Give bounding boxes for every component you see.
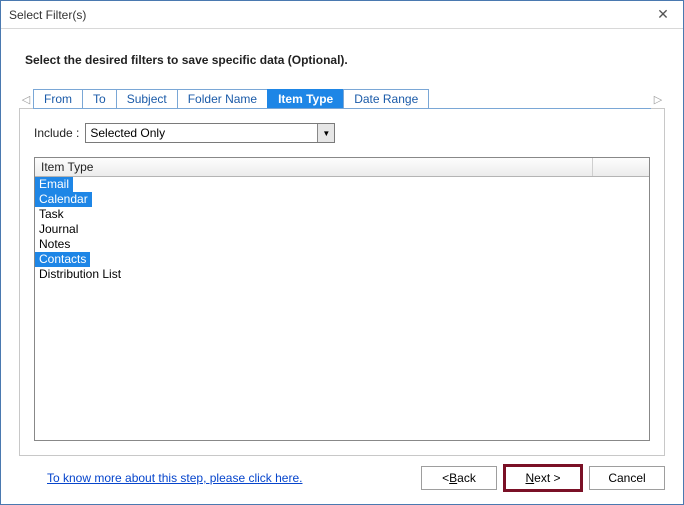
column-header-item-type[interactable]: Item Type xyxy=(35,158,593,176)
list-item-contacts[interactable]: Contacts xyxy=(35,252,90,267)
back-button[interactable]: < Back xyxy=(421,466,497,490)
next-mnemonic: N xyxy=(525,471,534,485)
window-title: Select Filter(s) xyxy=(9,8,643,22)
chevron-down-icon: ▼ xyxy=(322,129,330,138)
list-body: EmailCalendarTaskJournalNotesContactsDis… xyxy=(35,177,649,440)
column-header-extra[interactable] xyxy=(593,158,649,176)
tab-item-type[interactable]: Item Type xyxy=(267,89,344,108)
back-rest: ack xyxy=(457,471,476,485)
item-type-listbox: Item Type EmailCalendarTaskJournalNotesC… xyxy=(34,157,650,441)
next-rest: ext > xyxy=(534,471,560,485)
close-button[interactable]: ✕ xyxy=(643,1,683,29)
dropdown-button[interactable]: ▼ xyxy=(317,124,334,142)
cancel-button[interactable]: Cancel xyxy=(589,466,665,490)
tab-to[interactable]: To xyxy=(82,89,117,108)
include-row: Include : Selected Only ▼ xyxy=(34,123,650,143)
title-bar: Select Filter(s) ✕ xyxy=(1,1,683,29)
list-item-journal[interactable]: Journal xyxy=(35,222,82,237)
include-dropdown[interactable]: Selected Only ▼ xyxy=(85,123,335,143)
button-group: < Back Next > Cancel xyxy=(421,466,665,490)
list-item-distribution-list[interactable]: Distribution List xyxy=(35,267,125,282)
list-header: Item Type xyxy=(35,158,649,177)
footer: To know more about this step, please cli… xyxy=(1,456,683,504)
tab-date-range[interactable]: Date Range xyxy=(343,89,429,108)
include-value: Selected Only xyxy=(86,126,317,140)
include-label: Include : xyxy=(34,126,79,140)
tab-scroll-left[interactable]: ◁ xyxy=(19,93,33,106)
back-mnemonic: B xyxy=(449,471,457,485)
list-item-task[interactable]: Task xyxy=(35,207,68,222)
tab-panel: Include : Selected Only ▼ Item Type Emai… xyxy=(19,108,665,456)
list-item-notes[interactable]: Notes xyxy=(35,237,74,252)
next-button[interactable]: Next > xyxy=(505,466,581,490)
list-item-calendar[interactable]: Calendar xyxy=(35,192,92,207)
help-link[interactable]: To know more about this step, please cli… xyxy=(47,471,302,485)
back-prefix: < xyxy=(442,471,449,485)
list-item-email[interactable]: Email xyxy=(35,177,73,192)
tab-scroll-right[interactable]: ▷ xyxy=(651,93,665,106)
tab-subject[interactable]: Subject xyxy=(116,89,178,108)
instruction-text: Select the desired filters to save speci… xyxy=(25,53,665,67)
dialog-window: Select Filter(s) ✕ Select the desired fi… xyxy=(0,0,684,505)
close-icon: ✕ xyxy=(657,6,669,23)
tab-folder-name[interactable]: Folder Name xyxy=(177,89,268,108)
tabs-container: FromToSubjectFolder NameItem TypeDate Ra… xyxy=(33,89,651,109)
tab-from[interactable]: From xyxy=(33,89,83,108)
tab-strip: ◁ FromToSubjectFolder NameItem TypeDate … xyxy=(19,89,665,109)
content-area: Select the desired filters to save speci… xyxy=(1,29,683,456)
